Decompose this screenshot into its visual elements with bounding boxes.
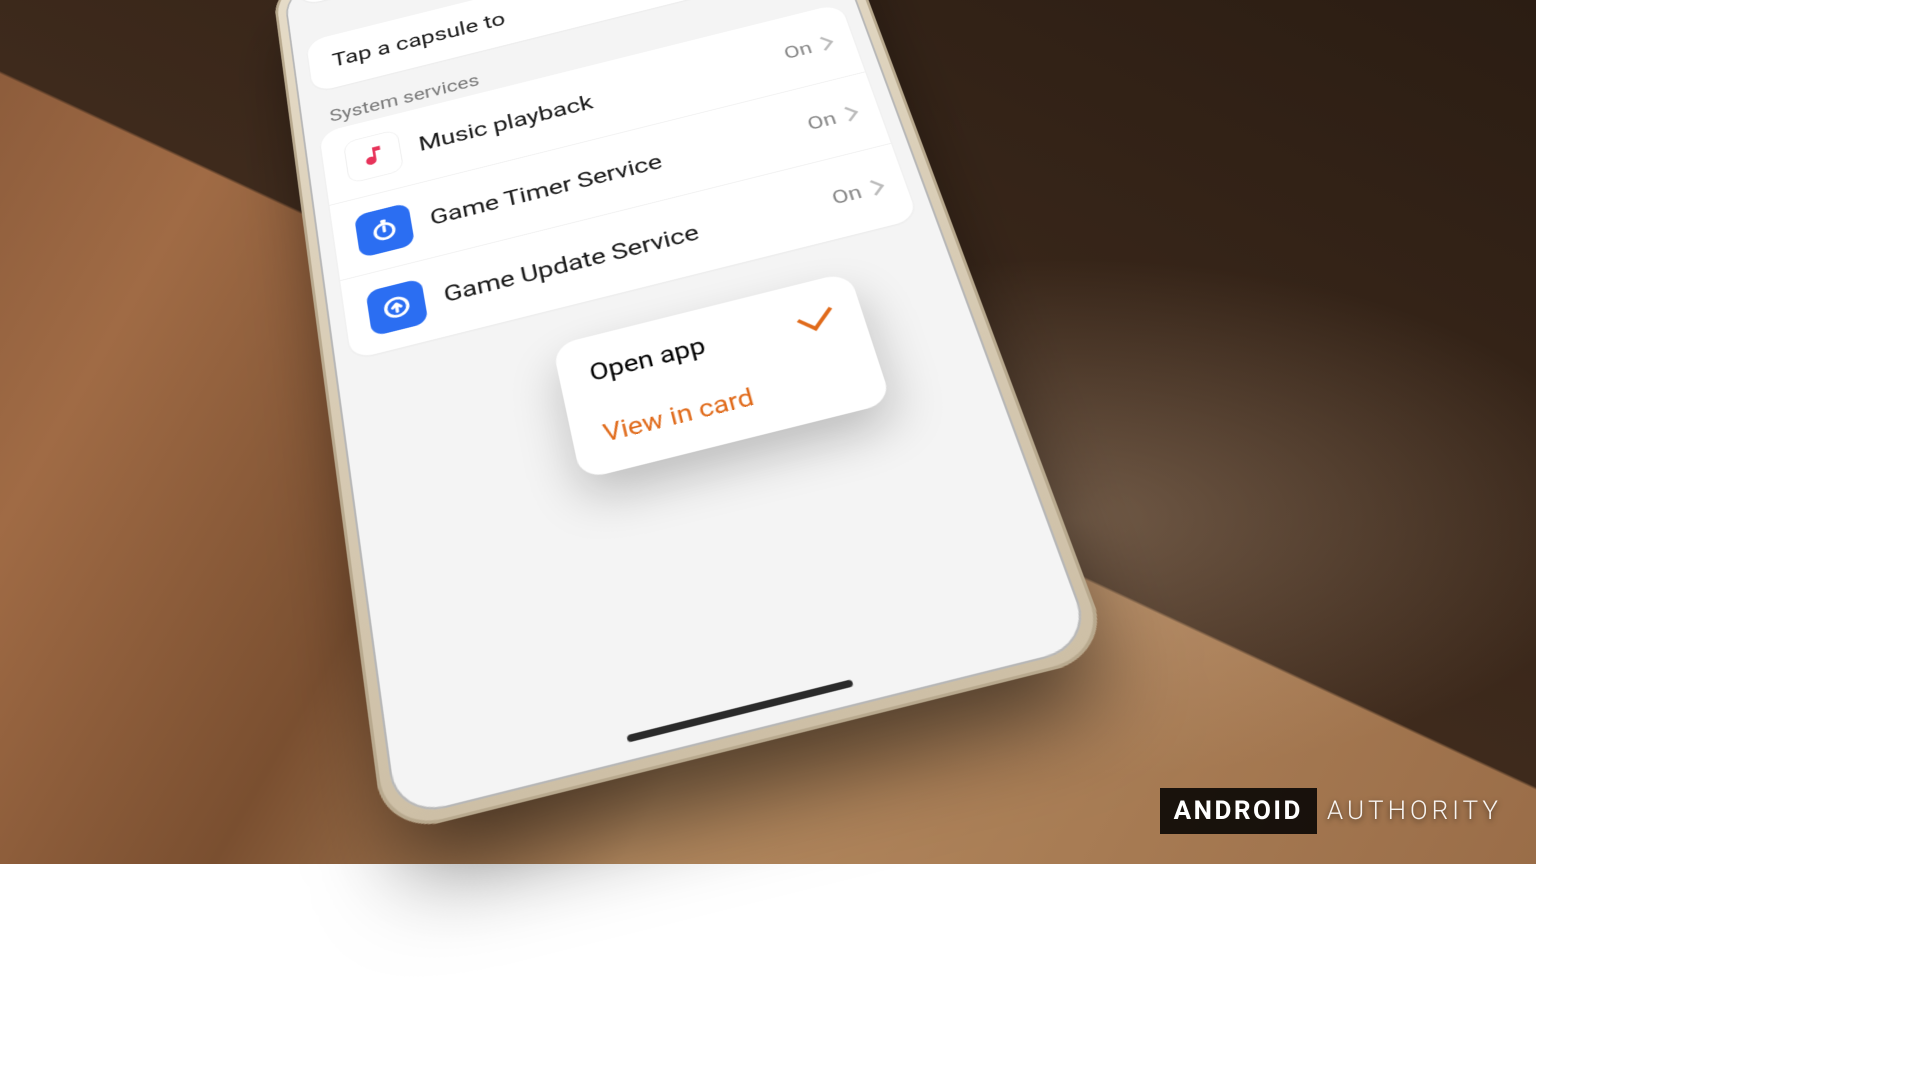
stopwatch-icon xyxy=(354,202,415,258)
watermark-brand: ANDROID xyxy=(1160,788,1317,834)
watermark: ANDROID AUTHORITY xyxy=(1160,788,1502,834)
home-indicator[interactable] xyxy=(626,679,853,742)
chevron-right-icon xyxy=(864,180,884,196)
update-state: On xyxy=(829,181,865,209)
watermark-rest: AUTHORITY xyxy=(1327,796,1502,826)
checkmark-icon xyxy=(797,300,832,331)
music-note-icon xyxy=(343,129,404,184)
popup-open-label: Open app xyxy=(587,332,708,387)
music-state: On xyxy=(781,38,814,63)
chevron-right-icon xyxy=(838,107,858,122)
update-arrow-icon xyxy=(365,278,428,337)
tap-action-popup: Open app View in card xyxy=(552,272,892,480)
chevron-right-icon xyxy=(814,37,833,51)
photo-scene: Switch or hide Swipe left or right in a … xyxy=(0,0,1536,864)
timer-state: On xyxy=(804,108,838,134)
